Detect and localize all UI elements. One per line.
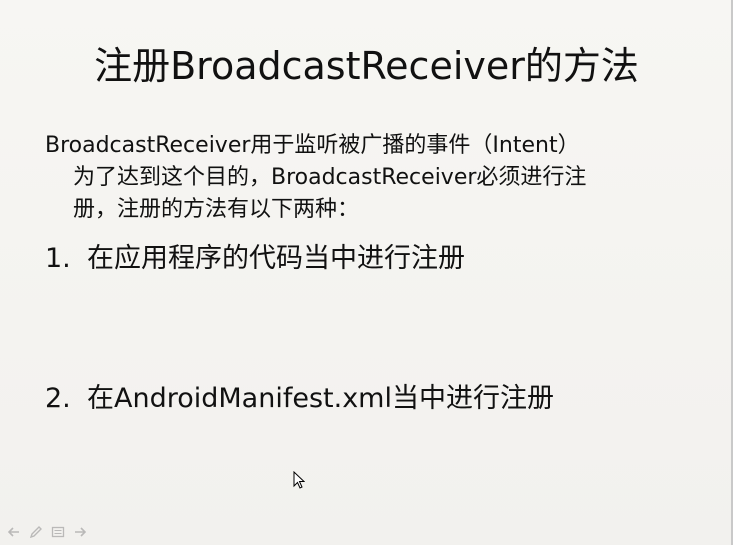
list-item-text: 在AndroidManifest.xml当中进行注册 (87, 383, 554, 414)
mouse-pointer-icon (293, 471, 305, 489)
list-item-text: 在应用程序的代码当中进行注册 (87, 243, 465, 274)
list-item-number: 1. (45, 243, 71, 274)
slideshow-toolbar (6, 525, 88, 539)
intro-line: 为了达到这个目的，BroadcastReceiver必须进行注 (73, 165, 587, 190)
back-arrow-icon[interactable] (6, 525, 22, 539)
pen-icon[interactable] (28, 525, 44, 539)
intro-paragraph: BroadcastReceiver用于监听被广播的事件（Intent） 为了达到… (45, 130, 717, 226)
list-item-number: 2. (45, 383, 71, 414)
list-item: 1. 在应用程序的代码当中进行注册 (45, 240, 465, 278)
next-arrow-icon[interactable] (72, 525, 88, 539)
intro-line: BroadcastReceiver用于监听被广播的事件（Intent） (45, 133, 580, 158)
slide-title: 注册BroadcastReceiver的方法 (94, 44, 639, 88)
intro-line: 册，注册的方法有以下两种： (73, 197, 360, 222)
list-item: 2. 在AndroidManifest.xml当中进行注册 (45, 380, 554, 418)
presentation-slide: 注册BroadcastReceiver的方法 BroadcastReceiver… (0, 0, 733, 545)
slides-menu-icon[interactable] (50, 525, 66, 539)
